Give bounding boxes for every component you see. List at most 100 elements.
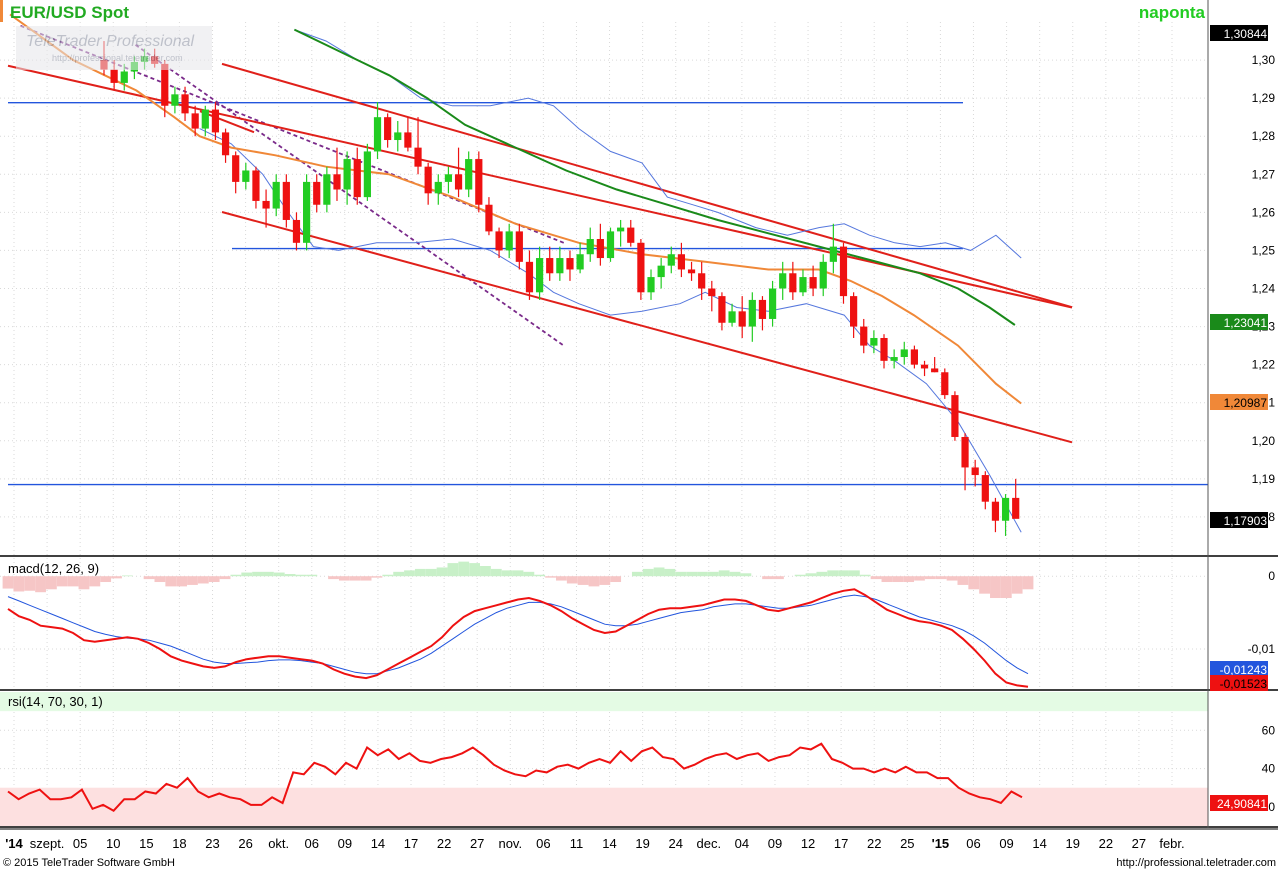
- macd-hist-bar: [89, 576, 101, 587]
- macd-hist-bar: [556, 576, 567, 581]
- macd-hist-bar: [729, 571, 741, 577]
- candle-up: [647, 277, 655, 293]
- x-tick-label: 19: [1066, 836, 1080, 851]
- macd-hist-bar: [382, 574, 394, 577]
- x-tick-label: okt.: [268, 836, 289, 851]
- macd-hist-bar: [284, 574, 296, 577]
- candle-down: [931, 368, 939, 373]
- macd-hist-bar: [56, 576, 68, 587]
- x-tick-label: febr.: [1159, 836, 1184, 851]
- ma-slow-label: 1,23041: [1224, 316, 1268, 330]
- macd-hist-bar: [512, 570, 524, 577]
- x-tick-label: 04: [735, 836, 749, 851]
- macd-hist-bar: [490, 568, 502, 577]
- x-tick-label: 14: [602, 836, 616, 851]
- x-tick-label: 27: [1132, 836, 1146, 851]
- candle-up: [171, 94, 179, 106]
- macd-hist-bar: [838, 570, 849, 577]
- candle-down: [414, 147, 422, 167]
- x-tick-label: 10: [106, 836, 120, 851]
- macd-hist-bar: [349, 576, 361, 581]
- candle-down: [424, 166, 432, 194]
- channel-line: [134, 44, 565, 347]
- macd-hist-bar: [697, 571, 708, 577]
- macd-hist-bar: [610, 576, 622, 583]
- macd-hist-bar: [968, 576, 980, 590]
- macd-hist-bar: [523, 571, 535, 577]
- macd-hist-bar: [566, 576, 578, 584]
- x-tick-label: 25: [900, 836, 914, 851]
- x-tick-label: 26: [238, 836, 252, 851]
- macd-hist-bar: [447, 563, 459, 577]
- macd-hist-bar: [404, 570, 415, 577]
- candle-up: [779, 273, 787, 289]
- macd-hist-bar: [176, 576, 188, 587]
- candle-down: [313, 181, 321, 205]
- price-tick-label: 1,22: [1252, 358, 1276, 372]
- macd-hist-bar: [121, 575, 133, 577]
- macd-hist-bar: [762, 576, 773, 580]
- x-tick-label: szept.: [30, 836, 65, 851]
- candle-up: [819, 261, 827, 289]
- price-tick-label: 1,29: [1252, 91, 1276, 105]
- rsi-zones: [0, 692, 1208, 826]
- x-tick-label: 17: [404, 836, 418, 851]
- x-tick-label: 06: [305, 836, 319, 851]
- rsi-title: rsi(14, 70, 30, 1): [8, 694, 103, 709]
- price-tick-label: 1,27: [1252, 167, 1276, 181]
- macd-hist-bar: [241, 572, 253, 577]
- candle-down: [971, 467, 979, 476]
- macd-hist-bar: [273, 572, 285, 577]
- macd-line: [7, 588, 1029, 688]
- macd-hist-bar: [675, 571, 687, 577]
- candle-up: [201, 109, 209, 129]
- macd-hist-bar: [881, 576, 893, 583]
- candle-up: [373, 117, 382, 152]
- macd-hist-bar: [859, 574, 871, 577]
- x-tick-label: 23: [205, 836, 219, 851]
- macd-hist-bar: [371, 576, 383, 578]
- candle-down: [161, 63, 169, 106]
- macd-hist-bar: [111, 576, 122, 579]
- macd-title: macd(12, 26, 9): [8, 561, 99, 576]
- candle-down: [758, 299, 767, 319]
- period-label: naponta: [1139, 3, 1206, 22]
- macd-hist-bar: [1011, 576, 1023, 594]
- macd-hist-bar: [219, 576, 231, 580]
- macd-hist-bar: [957, 576, 969, 585]
- candle-down: [1012, 497, 1020, 519]
- candle-down: [698, 273, 706, 289]
- macd-hist-bar: [534, 574, 546, 577]
- x-tick-label: 06: [536, 836, 550, 851]
- candle-down: [333, 174, 341, 190]
- rsi-oversold-zone: [0, 787, 1208, 826]
- macd-label: -0,01523: [1220, 677, 1268, 691]
- candle-down: [292, 219, 301, 243]
- candle-up: [748, 299, 756, 327]
- candle-down: [211, 109, 220, 133]
- x-tick-label: 22: [1099, 836, 1113, 851]
- macd-hist-bar: [306, 574, 318, 577]
- candle-down: [546, 258, 554, 274]
- x-tick-label: 09: [338, 836, 352, 851]
- candle-up: [272, 181, 280, 209]
- macd-tick-label: -0,01: [1248, 642, 1276, 656]
- candle-down: [110, 69, 118, 83]
- candle-up: [556, 258, 564, 274]
- macd-signal-label: -0,01243: [1220, 663, 1268, 677]
- macd-hist-bar: [295, 574, 307, 577]
- x-tick-label: 15: [139, 836, 153, 851]
- last-close-label: 1,17903: [1224, 514, 1268, 528]
- candle-up: [434, 181, 442, 194]
- macd-hist-bar: [208, 576, 220, 583]
- candle-down: [910, 349, 918, 365]
- candle-up: [242, 170, 250, 182]
- macd-hist-bar: [24, 576, 36, 591]
- macd-hist-bar: [100, 576, 112, 583]
- candle-down: [485, 204, 493, 232]
- candle-down: [708, 288, 716, 297]
- macd-hist-bar: [338, 576, 350, 581]
- macd-hist-bar: [990, 576, 1001, 599]
- candle-up: [535, 258, 544, 293]
- candle-up: [829, 246, 837, 262]
